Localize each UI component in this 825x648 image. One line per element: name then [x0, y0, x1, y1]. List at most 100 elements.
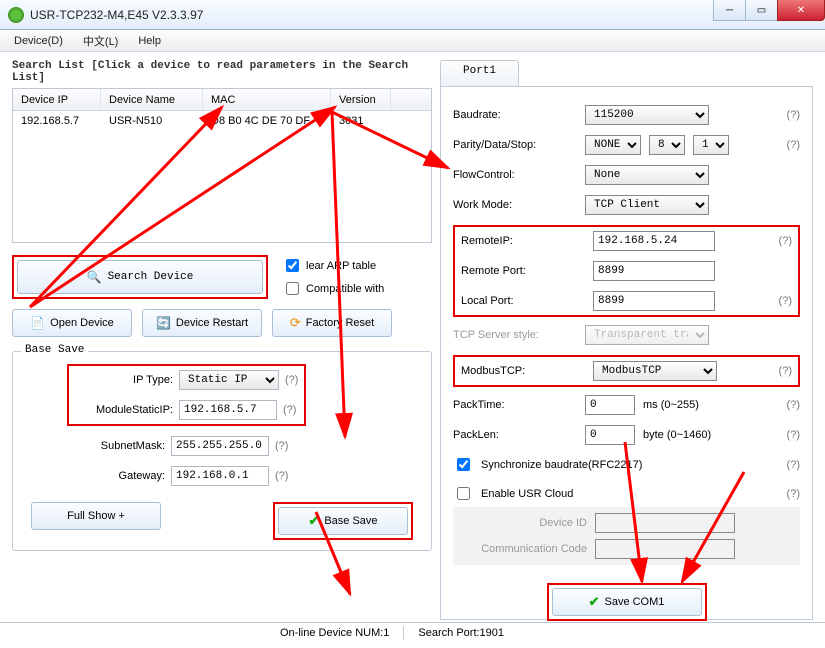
- search-device-label: Search Device: [108, 271, 194, 283]
- cell-mac: D8 B0 4C DE 70 DF: [203, 115, 331, 127]
- table-header: Device IP Device Name MAC Version: [13, 89, 431, 111]
- work-label: Work Mode:: [453, 199, 577, 211]
- devid-label: Device ID: [463, 517, 587, 529]
- ip-config-highlight: IP Type: Static IP (?) ModuleStaticIP: (…: [67, 364, 306, 426]
- port-panel: Baudrate: 115200 (?) Parity/Data/Stop: NON…: [440, 86, 813, 620]
- base-save-highlight: Base Save: [273, 502, 413, 540]
- baudrate-select[interactable]: 115200: [585, 105, 709, 125]
- remote-port-input[interactable]: [593, 261, 715, 281]
- help-icon[interactable]: (?): [285, 374, 298, 386]
- device-restart-button[interactable]: Device Restart: [142, 309, 262, 337]
- help-icon[interactable]: (?): [779, 235, 792, 247]
- packlen-input[interactable]: [585, 425, 635, 445]
- ip-type-label: IP Type:: [75, 374, 173, 386]
- device-table[interactable]: Device IP Device Name MAC Version 192.16…: [12, 88, 432, 243]
- status-port: Search Port:1901: [418, 627, 504, 639]
- search-list-label: Search List [Click a device to read para…: [12, 60, 432, 84]
- pt-label: PackTime:: [453, 399, 577, 411]
- save-com-highlight: Save COM1: [547, 583, 707, 621]
- local-port-input[interactable]: [593, 291, 715, 311]
- help-icon[interactable]: (?): [283, 404, 296, 416]
- gateway-input[interactable]: [171, 466, 269, 486]
- ip-type-select[interactable]: Static IP: [179, 370, 279, 390]
- cell-name: USR-N510: [101, 115, 203, 127]
- app-icon: [8, 7, 24, 23]
- enable-cloud-checkbox[interactable]: [457, 487, 470, 500]
- menu-help[interactable]: Help: [128, 35, 171, 47]
- rport-label: Remote Port:: [461, 265, 585, 277]
- search-icon: [87, 270, 102, 284]
- help-icon[interactable]: (?): [275, 470, 288, 482]
- mtcp-label: ModbusTCP:: [461, 365, 585, 377]
- modbustcp-select[interactable]: ModbusTCP: [593, 361, 717, 381]
- window-title: USR-TCP232-M4,E45 V2.3.3.97: [30, 8, 203, 22]
- port1-tab[interactable]: Port1: [440, 60, 519, 86]
- static-ip-label: ModuleStaticIP:: [75, 404, 173, 416]
- cloud-subbox: Device ID Communication Code: [453, 507, 800, 565]
- menu-lang[interactable]: 中文(L): [73, 33, 128, 49]
- open-device-button[interactable]: Open Device: [12, 309, 132, 337]
- col-ip: Device IP: [13, 89, 101, 110]
- workmode-select[interactable]: TCP Client: [585, 195, 709, 215]
- search-device-button[interactable]: Search Device: [17, 260, 263, 294]
- minimize-button[interactable]: ─: [713, 0, 745, 21]
- window-buttons: ─ ▭ ✕: [713, 0, 825, 21]
- help-icon[interactable]: (?): [779, 295, 792, 307]
- cell-ver: 3031: [331, 115, 391, 127]
- help-icon[interactable]: (?): [787, 488, 800, 500]
- static-ip-input[interactable]: [179, 400, 277, 420]
- baud-label: Baudrate:: [453, 109, 577, 121]
- subnet-label: SubnetMask:: [67, 440, 165, 452]
- help-icon[interactable]: (?): [275, 440, 288, 452]
- col-ver: Version: [331, 89, 391, 110]
- help-icon[interactable]: (?): [787, 459, 800, 471]
- help-icon[interactable]: (?): [787, 399, 800, 411]
- refresh-icon: [156, 316, 171, 330]
- menu-device[interactable]: Device(D): [4, 35, 73, 47]
- save-com1-button[interactable]: Save COM1: [552, 588, 702, 616]
- pds-label: Parity/Data/Stop:: [453, 139, 577, 151]
- help-icon[interactable]: (?): [787, 139, 800, 151]
- tcp-server-style-select: Transparent transmi: [585, 325, 709, 345]
- status-online: On-line Device NUM:1: [280, 627, 389, 639]
- sync-baud-checkbox[interactable]: [457, 458, 470, 471]
- pl-label: PackLen:: [453, 429, 577, 441]
- compatible-checkbox[interactable]: Compatible with: [282, 279, 384, 298]
- help-icon[interactable]: (?): [787, 429, 800, 441]
- flow-label: FlowControl:: [453, 169, 577, 181]
- clear-arp-checkbox[interactable]: lear ARP table: [282, 256, 384, 275]
- databits-select[interactable]: 8: [649, 135, 685, 155]
- cell-ip: 192.168.5.7: [13, 115, 101, 127]
- reset-icon: [290, 315, 301, 331]
- full-show-button[interactable]: Full Show +: [31, 502, 161, 530]
- base-save-button[interactable]: Base Save: [278, 507, 408, 535]
- table-row[interactable]: 192.168.5.7 USR-N510 D8 B0 4C DE 70 DF 3…: [13, 111, 431, 131]
- factory-reset-button[interactable]: Factory Reset: [272, 309, 392, 337]
- gateway-label: Gateway:: [67, 470, 165, 482]
- remote-ip-input[interactable]: [593, 231, 715, 251]
- modbus-highlight: ModbusTCP: ModbusTCP (?): [453, 355, 800, 387]
- maximize-button[interactable]: ▭: [745, 0, 777, 21]
- menubar: Device(D) 中文(L) Help: [0, 30, 825, 52]
- stopbits-select[interactable]: 1: [693, 135, 729, 155]
- base-save-group: Base Save IP Type: Static IP (?) ModuleS…: [12, 351, 432, 551]
- help-icon[interactable]: (?): [787, 109, 800, 121]
- document-icon: [30, 316, 45, 330]
- close-button[interactable]: ✕: [777, 0, 825, 21]
- base-save-title: Base Save: [21, 344, 88, 356]
- help-icon[interactable]: (?): [779, 365, 792, 377]
- flow-select[interactable]: None: [585, 165, 709, 185]
- tss-label: TCP Server style:: [453, 329, 577, 341]
- col-mac: MAC: [203, 89, 331, 110]
- check-icon: [589, 594, 600, 610]
- device-id-input: [595, 513, 735, 533]
- status-bar: On-line Device NUM:1 Search Port:1901: [0, 622, 825, 642]
- rip-label: RemoteIP:: [461, 235, 585, 247]
- parity-select[interactable]: NONE: [585, 135, 641, 155]
- packtime-input[interactable]: [585, 395, 635, 415]
- commc-label: Communication Code: [463, 543, 587, 555]
- search-highlight: Search Device: [12, 255, 268, 299]
- col-name: Device Name: [101, 89, 203, 110]
- remote-highlight: RemoteIP:(?) Remote Port: Local Port:(?): [453, 225, 800, 317]
- subnet-input[interactable]: [171, 436, 269, 456]
